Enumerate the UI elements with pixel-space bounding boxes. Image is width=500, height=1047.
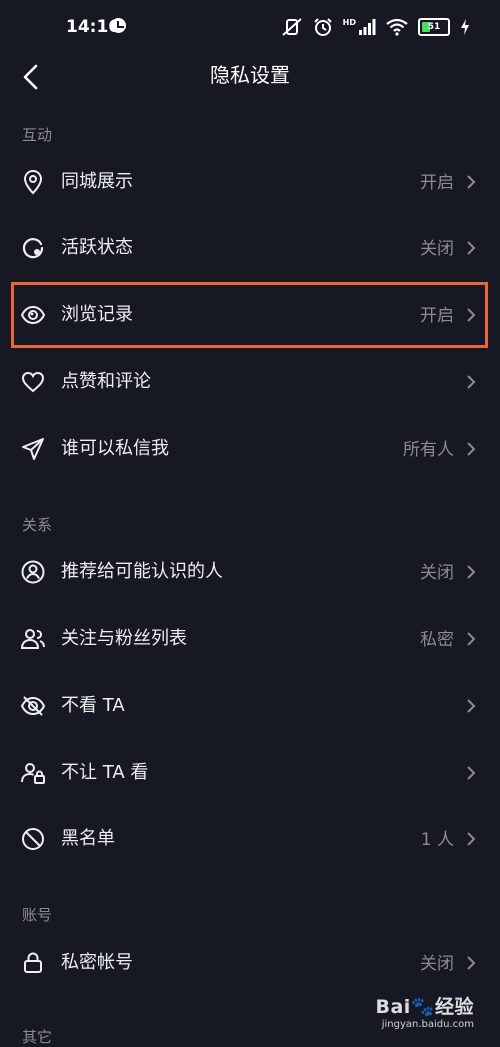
active-status-icon [22, 238, 44, 259]
status-bar: 14:16 HD 51 [0, 0, 500, 56]
row-private-account[interactable]: 私密帐号 关闭 [0, 931, 500, 997]
page-title: 隐私设置 [210, 63, 290, 87]
row-local-display[interactable]: 同城展示 开启 [0, 150, 500, 216]
row-value: 关闭 [420, 954, 454, 974]
section-header-other: 其它 [22, 1028, 53, 1046]
watermark-logo-text: Bai [375, 996, 411, 1018]
row-label: 活跃状态 [61, 237, 133, 258]
row-label: 不让 TA 看 [61, 762, 149, 783]
row-label: 关注与粉丝列表 [61, 628, 187, 649]
watermark-url: jingyan.baidu.com [381, 1019, 474, 1030]
header: 隐私设置 [0, 56, 500, 114]
row-likes-comments[interactable]: 点赞和评论 [0, 350, 500, 416]
eye-icon [20, 305, 46, 325]
charging-icon [461, 19, 469, 35]
chevron-right-icon [467, 632, 476, 646]
block-icon [22, 828, 44, 850]
chevron-right-icon [467, 956, 476, 970]
alarm-icon [313, 18, 332, 36]
row-value: 私密 [420, 630, 454, 650]
user-lock-icon [21, 763, 45, 784]
row-who-can-message[interactable]: 谁可以私信我 所有人 [0, 417, 500, 483]
chevron-right-icon [467, 442, 476, 456]
chevron-right-icon [467, 308, 476, 322]
row-label: 黑名单 [61, 828, 115, 849]
section-header-account: 账号 [22, 906, 53, 924]
chevron-right-icon [467, 241, 476, 255]
row-label: 私密帐号 [61, 952, 133, 973]
row-value: 开启 [420, 173, 454, 193]
row-recommend[interactable]: 推荐给可能认识的人 关闭 [0, 540, 500, 606]
chevron-right-icon [467, 766, 476, 780]
section-header-relations: 关系 [22, 516, 53, 534]
row-label: 不看 TA [61, 695, 125, 716]
vibrate-off-icon [281, 18, 302, 36]
row-value: 1 人 [420, 830, 454, 850]
lock-icon [24, 952, 42, 973]
chevron-right-icon [467, 175, 476, 189]
app-notification-icon [111, 18, 126, 33]
row-browse-history[interactable]: 浏览记录 开启 [0, 283, 500, 349]
row-follow-list[interactable]: 关注与粉丝列表 私密 [0, 607, 500, 673]
chevron-right-icon [467, 565, 476, 579]
watermark-logo-suffix: 经验 [434, 996, 474, 1018]
row-active-status[interactable]: 活跃状态 关闭 [0, 216, 500, 282]
chevron-right-icon [467, 832, 476, 846]
location-pin-icon [23, 169, 43, 195]
row-value: 关闭 [420, 563, 454, 583]
section-header-interaction: 互动 [22, 126, 53, 144]
row-label: 浏览记录 [61, 304, 133, 325]
wifi-icon [386, 18, 408, 36]
status-icons: HD 51 [281, 15, 470, 39]
user-circle-icon [21, 560, 45, 584]
row-value: 开启 [420, 306, 454, 326]
chevron-right-icon [467, 699, 476, 713]
chevron-right-icon [467, 375, 476, 389]
row-hide-from-them[interactable]: 不让 TA 看 [0, 741, 500, 807]
eye-off-icon [20, 696, 46, 716]
row-label: 推荐给可能认识的人 [61, 561, 223, 582]
row-label: 点赞和评论 [61, 371, 151, 392]
battery-icon: 51 [418, 18, 450, 36]
users-icon [20, 629, 45, 649]
row-label: 同城展示 [61, 171, 133, 192]
row-blacklist[interactable]: 黑名单 1 人 [0, 807, 500, 873]
signal-icon [359, 19, 376, 35]
baidu-jingyan-watermark: Bai🐾经验 jingyan.baidu.com [375, 992, 474, 1030]
send-icon [22, 438, 44, 460]
battery-level: 51 [427, 22, 441, 32]
heart-icon [21, 371, 45, 393]
row-label: 谁可以私信我 [61, 438, 169, 459]
network-type-label: HD [342, 17, 356, 27]
paw-icon: 🐾 [410, 996, 435, 1018]
row-value: 所有人 [403, 440, 454, 460]
row-hide-them[interactable]: 不看 TA [0, 674, 500, 740]
watermark-logo: Bai🐾经验 [375, 992, 474, 1019]
row-value: 关闭 [420, 239, 454, 259]
